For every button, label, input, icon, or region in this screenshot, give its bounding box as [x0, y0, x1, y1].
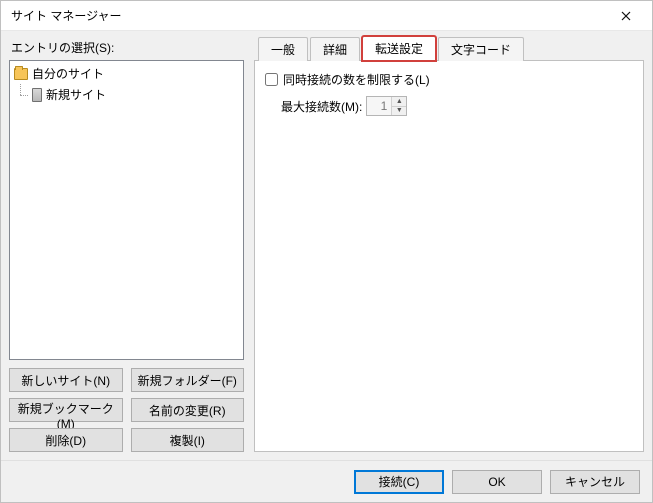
dialog-button-bar: 接続(C) OK キャンセル: [1, 460, 652, 502]
connect-button[interactable]: 接続(C): [354, 470, 444, 494]
main-area: エントリの選択(S): 自分のサイト 新規サイト 新しいサイト(N) 新規フォル…: [1, 31, 652, 460]
tree-item[interactable]: 新規サイト: [12, 84, 241, 105]
titlebar: サイト マネージャー: [1, 1, 652, 31]
tree-item-label: 新規サイト: [46, 86, 106, 103]
max-connections-spinner[interactable]: 1 ▲ ▼: [366, 96, 407, 116]
tab-bar: 一般 詳細 転送設定 文字コード: [254, 37, 644, 61]
max-connections-label: 最大接続数(M):: [281, 98, 362, 115]
left-panel: エントリの選択(S): 自分のサイト 新規サイト 新しいサイト(N) 新規フォル…: [9, 37, 244, 452]
delete-button[interactable]: 削除(D): [9, 428, 123, 452]
server-icon: [32, 88, 42, 102]
new-folder-button[interactable]: 新規フォルダー(F): [131, 368, 245, 392]
window-title: サイト マネージャー: [11, 7, 606, 24]
tree-root[interactable]: 自分のサイト: [12, 63, 241, 84]
new-bookmark-button[interactable]: 新規ブックマーク(M): [9, 398, 123, 422]
tab-transfer[interactable]: 転送設定: [362, 36, 436, 61]
max-connections-row: 最大接続数(M): 1 ▲ ▼: [281, 96, 633, 116]
site-manager-dialog: サイト マネージャー エントリの選択(S): 自分のサイト 新規サイト: [0, 0, 653, 503]
cancel-button[interactable]: キャンセル: [550, 470, 640, 494]
site-tree[interactable]: 自分のサイト 新規サイト: [9, 60, 244, 360]
tree-root-label: 自分のサイト: [32, 65, 104, 82]
spinner-down-icon[interactable]: ▼: [392, 106, 406, 116]
ok-button[interactable]: OK: [452, 470, 542, 494]
spinner-up-icon[interactable]: ▲: [392, 97, 406, 106]
tab-content-transfer: 同時接続の数を制限する(L) 最大接続数(M): 1 ▲ ▼: [254, 60, 644, 452]
close-icon[interactable]: [606, 2, 646, 30]
left-buttons: 新しいサイト(N) 新規フォルダー(F) 新規ブックマーク(M) 名前の変更(R…: [9, 368, 244, 452]
entry-select-label: エントリの選択(S):: [11, 39, 244, 56]
max-connections-value: 1: [367, 97, 391, 115]
limit-connections-checkbox[interactable]: [265, 73, 278, 86]
rename-button[interactable]: 名前の変更(R): [131, 398, 245, 422]
right-panel: 一般 詳細 転送設定 文字コード 同時接続の数を制限する(L) 最大接続数(M)…: [254, 37, 644, 452]
dialog-body: エントリの選択(S): 自分のサイト 新規サイト 新しいサイト(N) 新規フォル…: [1, 31, 652, 502]
tab-charset[interactable]: 文字コード: [438, 37, 524, 61]
new-site-button[interactable]: 新しいサイト(N): [9, 368, 123, 392]
tab-general[interactable]: 一般: [258, 37, 308, 61]
folder-icon: [14, 68, 28, 80]
duplicate-button[interactable]: 複製(I): [131, 428, 245, 452]
limit-connections-row[interactable]: 同時接続の数を制限する(L): [265, 71, 633, 88]
tab-advanced[interactable]: 詳細: [310, 37, 360, 61]
limit-connections-label: 同時接続の数を制限する(L): [283, 71, 430, 88]
